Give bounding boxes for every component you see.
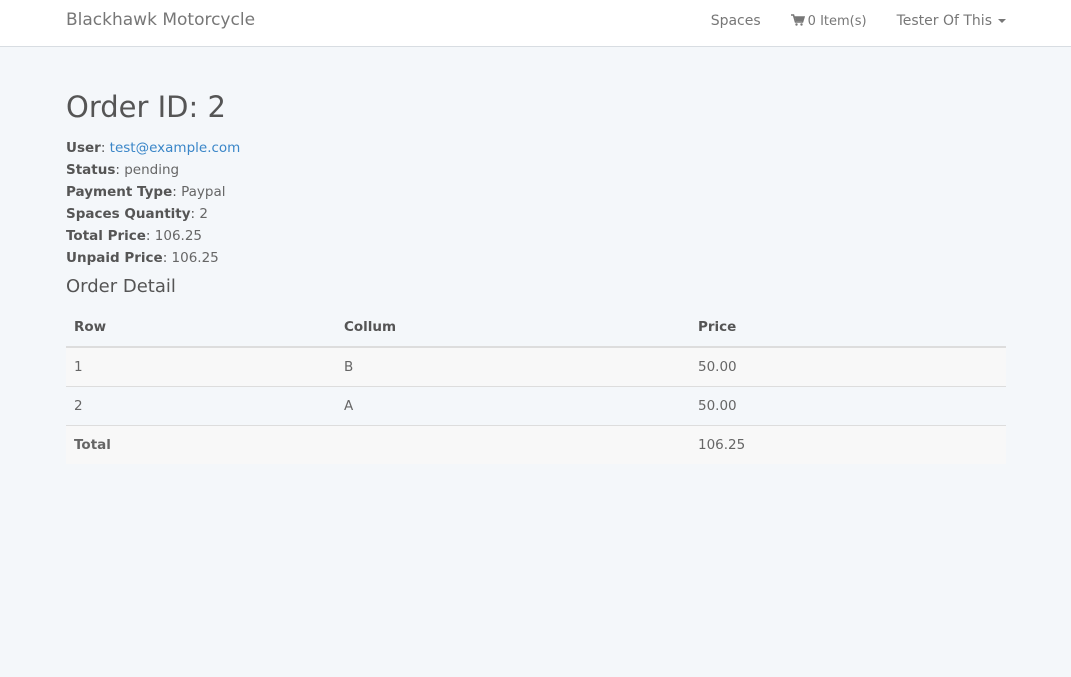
nav-cart-link[interactable]: 0 Item(s) [790,13,867,29]
info-key: Unpaid Price [66,250,163,266]
nav-spaces-link[interactable]: Spaces [711,13,761,29]
info-row-user: User: test@example.com [66,140,241,156]
cell-price: 50.00 [690,347,1006,386]
order-detail-title: Order Detail [66,276,176,297]
page-title: Order ID: 2 [66,90,226,124]
shopping-cart-icon [790,13,805,29]
table-row: 2 A 50.00 [66,385,1006,425]
info-row-payment-type: Payment Type: Paypal [66,184,226,200]
nav-user-dropdown[interactable]: Tester Of This [897,13,1006,29]
info-key: Payment Type [66,184,173,200]
table-row: 1 B 50.00 [66,347,1006,386]
user-email-link[interactable]: test@example.com [110,140,241,156]
cell-collum: A [336,385,690,425]
info-value: 106.25 [171,250,219,266]
nav-cart-label: 0 Item(s) [807,13,867,29]
info-row-status: Status: pending [66,162,180,178]
nav-user-label: Tester Of This [896,13,992,29]
cell-collum: B [336,347,690,386]
nav-spaces-label: Spaces [710,13,761,29]
table-header-row: Row Collum Price [66,308,1006,348]
info-row-unpaid-price: Unpaid Price: 106.25 [66,250,219,266]
info-key: Total Price [66,228,146,244]
info-value: 106.25 [154,228,203,244]
cell-empty [336,424,690,464]
info-key: Status [66,162,116,178]
info-value: pending [124,162,180,178]
caret-down-icon [998,19,1006,23]
cell-row: 2 [66,385,336,425]
total-label: Total [66,424,336,464]
column-header-row: Row [66,308,336,348]
table-total-row: Total 106.25 [66,424,1006,464]
info-row-spaces-quantity: Spaces Quantity: 2 [66,206,208,222]
column-header-price: Price [690,308,1006,348]
brand-link[interactable]: Blackhawk Motorcycle [66,10,255,30]
info-row-total-price: Total Price: 106.25 [66,228,203,244]
order-info: User: test@example.com Status: pending P… [66,137,240,269]
order-detail-table: Row Collum Price 1 B 50.00 2 A 50.00 Tot… [66,308,1006,464]
total-value: 106.25 [690,424,1006,464]
info-key: User [66,140,101,156]
column-header-collum: Collum [336,308,690,348]
info-value: Paypal [181,184,226,200]
info-value: 2 [199,206,208,222]
top-navbar: Blackhawk Motorcycle Spaces 0 Item(s) Te… [0,0,1071,47]
cell-price: 50.00 [690,385,1006,425]
info-key: Spaces Quantity [66,206,191,222]
navbar-right: Spaces 0 Item(s) Tester Of This [711,13,1006,29]
cell-row: 1 [66,347,336,386]
